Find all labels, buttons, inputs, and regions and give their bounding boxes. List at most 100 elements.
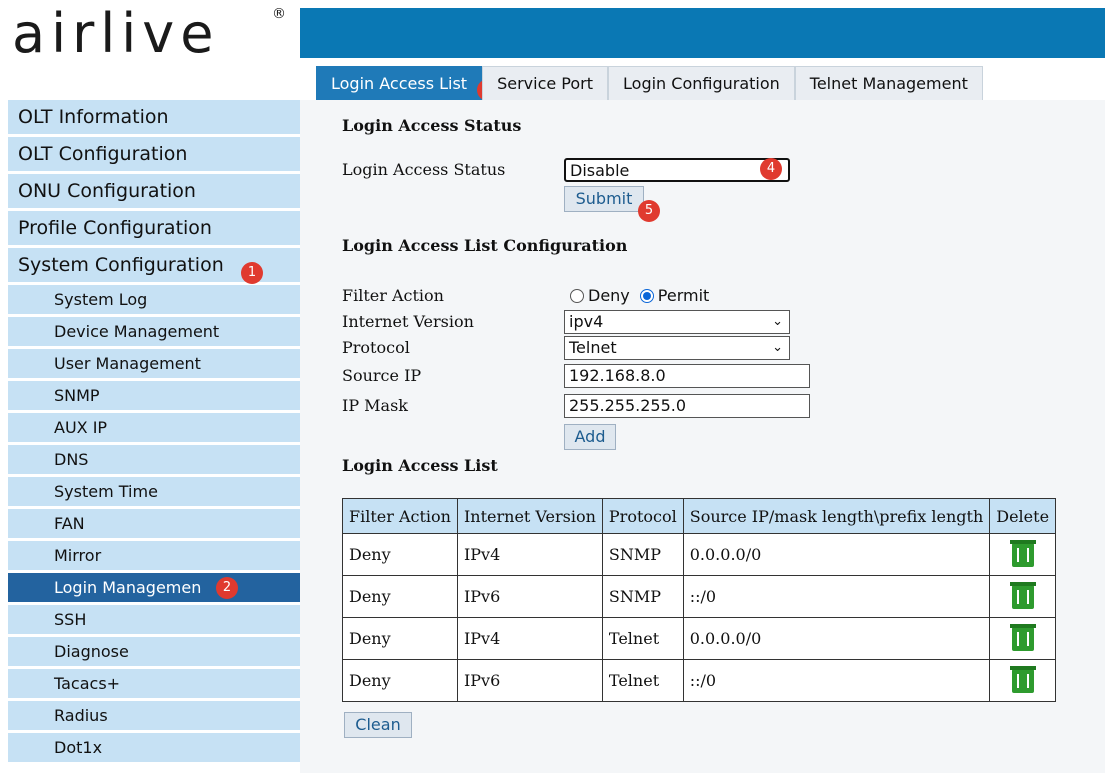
login-access-status-select[interactable]: Disable: [564, 158, 790, 182]
trash-icon[interactable]: [1009, 581, 1036, 609]
sidebar-subitem-radius[interactable]: Radius: [8, 701, 300, 730]
registered-mark: ®: [272, 6, 286, 22]
sidebar-subitem-label: System Log: [54, 290, 148, 309]
cell-source-ip: ::/0: [682, 659, 991, 702]
add-button[interactable]: Add: [564, 424, 616, 450]
sidebar-item-label: Profile Configuration: [18, 217, 212, 239]
top-banner: [300, 8, 1105, 58]
radio-deny[interactable]: [570, 288, 584, 303]
main-content: Login Access Status Login Access Status …: [300, 100, 1105, 773]
sidebar-subitem-label: DNS: [54, 450, 89, 469]
trash-icon[interactable]: [1009, 623, 1036, 651]
tab-label: Service Port: [497, 74, 594, 93]
column-header: Protocol: [601, 498, 684, 534]
section-title-login-access-config: Login Access List Configuration: [342, 236, 628, 255]
chevron-down-icon: ⌄: [772, 340, 783, 355]
cell-internet-version: IPv4: [456, 617, 603, 660]
sidebar-item-onu-configuration[interactable]: ONU Configuration: [8, 174, 300, 208]
tab-login-configuration[interactable]: Login Configuration: [608, 66, 795, 100]
sidebar-item-system-configuration[interactable]: System Configuration 1: [8, 248, 300, 284]
table-row: Deny IPv6 Telnet ::/0: [342, 659, 1057, 702]
sidebar-subitem-aux-ip[interactable]: AUX IP: [8, 413, 300, 442]
cell-source-ip: 0.0.0.0/0: [682, 617, 991, 660]
section-title-login-access-status: Login Access Status: [342, 116, 522, 135]
cell-source-ip: ::/0: [682, 575, 991, 618]
sidebar-subitem-login-management[interactable]: Login Managemen 2: [8, 573, 300, 602]
tab-login-access-list[interactable]: Login Access List 3: [316, 66, 499, 101]
sidebar-item-olt-information[interactable]: OLT Information: [8, 100, 300, 134]
sidebar-item-profile-configuration[interactable]: Profile Configuration: [8, 211, 300, 245]
select-value: Disable: [570, 161, 630, 180]
cell-internet-version: IPv4: [456, 533, 603, 576]
sidebar-subitem-snmp[interactable]: SNMP: [8, 381, 300, 410]
sidebar: OLT Information OLT Configuration ONU Co…: [8, 100, 300, 765]
column-header: Internet Version: [456, 498, 603, 534]
sidebar-subitem-system-log[interactable]: System Log: [8, 285, 300, 314]
column-header: Filter Action: [342, 498, 458, 534]
sidebar-subitem-label: AUX IP: [54, 418, 108, 437]
sidebar-subitem-label: Device Management: [54, 322, 220, 341]
sidebar-subitem-dot1x[interactable]: Dot1x: [8, 733, 300, 762]
internet-version-label: Internet Version: [342, 312, 474, 331]
step-badge: 4: [760, 158, 782, 180]
sidebar-subitem-label: Radius: [54, 706, 108, 725]
cell-protocol: SNMP: [601, 575, 684, 618]
sidebar-subitem-label: SSH: [54, 610, 87, 629]
clean-button[interactable]: Clean: [344, 712, 412, 738]
select-value: Telnet: [569, 338, 617, 357]
table-row: Deny IPv4 Telnet 0.0.0.0/0: [342, 617, 1057, 660]
table-header-row: Filter Action Internet Version Protocol …: [342, 498, 1057, 534]
ip-mask-label: IP Mask: [342, 396, 408, 415]
sidebar-subitem-tacacs[interactable]: Tacacs+: [8, 669, 300, 698]
cell-filter-action: Deny: [342, 533, 458, 576]
sidebar-subitem-system-time[interactable]: System Time: [8, 477, 300, 506]
cell-filter-action: Deny: [342, 575, 458, 618]
sidebar-item-label: OLT Information: [18, 106, 169, 128]
login-access-table: Filter Action Internet Version Protocol …: [342, 498, 1057, 702]
cell-filter-action: Deny: [342, 659, 458, 702]
sidebar-subitem-label: SNMP: [54, 386, 100, 405]
cell-delete: [989, 533, 1057, 576]
cell-delete: [989, 617, 1057, 660]
filter-action-label: Filter Action: [342, 286, 444, 305]
ip-mask-input[interactable]: 255.255.255.0: [564, 394, 810, 418]
login-access-status-label: Login Access Status: [342, 160, 506, 179]
sidebar-subitem-mirror[interactable]: Mirror: [8, 541, 300, 570]
sidebar-subitem-ssh[interactable]: SSH: [8, 605, 300, 634]
protocol-select[interactable]: Telnet ⌄: [564, 336, 790, 360]
submit-button[interactable]: Submit: [564, 186, 644, 212]
cell-protocol: SNMP: [601, 533, 684, 576]
step-badge: 5: [638, 200, 660, 222]
input-value: 192.168.8.0: [569, 366, 666, 385]
step-badge: 2: [216, 577, 238, 599]
sidebar-subitem-fan[interactable]: FAN: [8, 509, 300, 538]
cell-delete: [989, 659, 1057, 702]
radio-permit[interactable]: [639, 288, 654, 303]
tab-bar: Login Access List 3 Service Port Login C…: [316, 66, 983, 101]
internet-version-select[interactable]: ipv4 ⌄: [564, 310, 790, 334]
tab-telnet-management[interactable]: Telnet Management: [794, 66, 983, 100]
radio-deny-label: Deny: [588, 286, 630, 305]
sidebar-subitem-label: Mirror: [54, 546, 102, 565]
brand-logo: airlive ®: [0, 0, 300, 72]
sidebar-subitem-user-management[interactable]: User Management: [8, 349, 300, 378]
source-ip-label: Source IP: [342, 366, 422, 385]
chevron-down-icon: ⌄: [772, 314, 783, 329]
select-value: ipv4: [569, 312, 604, 331]
logo-text: airlive: [12, 2, 220, 65]
sidebar-subitem-label: Diagnose: [54, 642, 129, 661]
trash-icon[interactable]: [1009, 665, 1036, 693]
trash-icon[interactable]: [1009, 539, 1036, 567]
sidebar-subitem-dns[interactable]: DNS: [8, 445, 300, 474]
source-ip-input[interactable]: 192.168.8.0: [564, 364, 810, 388]
sidebar-subitem-device-management[interactable]: Device Management: [8, 317, 300, 346]
tab-label: Login Configuration: [623, 74, 780, 93]
sidebar-subitem-diagnose[interactable]: Diagnose: [8, 637, 300, 666]
sidebar-subitem-label: Dot1x: [54, 738, 103, 757]
sidebar-subitem-label: FAN: [54, 514, 85, 533]
tab-service-port[interactable]: Service Port: [482, 66, 609, 100]
section-title-login-access-list: Login Access List: [342, 456, 498, 475]
radio-permit-label: Permit: [657, 286, 710, 305]
table-row: Deny IPv4 SNMP 0.0.0.0/0: [342, 533, 1057, 576]
sidebar-item-olt-configuration[interactable]: OLT Configuration: [8, 137, 300, 171]
